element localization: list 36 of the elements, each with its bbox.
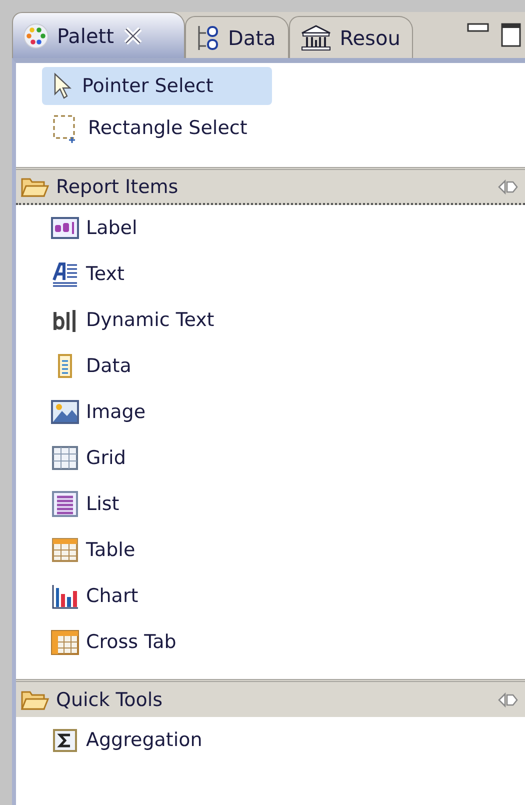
tree-icon: [196, 24, 220, 52]
palette-item[interactable]: List: [16, 481, 525, 527]
drawer-header[interactable]: Report Items: [16, 167, 525, 205]
text-icon: [51, 260, 79, 288]
palette-item[interactable]: Aggregation: [16, 717, 525, 763]
bar-chart-icon: [51, 582, 79, 610]
view-tab[interactable]: Data: [184, 16, 289, 58]
view-tab[interactable]: Palett: [12, 12, 185, 58]
palette-item[interactable]: Text: [16, 251, 525, 297]
palette-item[interactable]: Label: [16, 205, 525, 251]
palette-item[interactable]: Table: [16, 527, 525, 573]
palette-item[interactable]: Dynamic Text: [16, 297, 525, 343]
palette-item[interactable]: Chart: [16, 573, 525, 619]
crosstab-icon: [51, 628, 79, 656]
palette-tool[interactable]: Pointer Select: [42, 67, 272, 105]
drawer-header[interactable]: Quick Tools: [16, 679, 525, 717]
drawer-title: Quick Tools: [56, 688, 164, 710]
maximize-icon[interactable]: [501, 23, 521, 47]
pointer-icon: [52, 72, 74, 100]
palette-item[interactable]: Grid: [16, 435, 525, 481]
close-icon[interactable]: [122, 24, 144, 46]
palette-item[interactable]: Cross Tab: [16, 619, 525, 665]
image-icon: [51, 398, 79, 426]
palette-tool[interactable]: Rectangle Select: [42, 109, 272, 147]
view-tab[interactable]: Resou: [288, 16, 414, 58]
sigma-icon: [51, 726, 79, 754]
library-icon: [300, 24, 332, 52]
grid-icon: [51, 444, 79, 472]
drawer-title: Report Items: [56, 176, 180, 198]
list-icon: [51, 490, 79, 518]
palette-item[interactable]: Data: [16, 343, 525, 389]
minimize-icon[interactable]: [467, 23, 489, 33]
palette-icon: [23, 22, 49, 48]
table-icon: [51, 536, 79, 564]
label-icon: [51, 214, 79, 242]
palette-item[interactable]: Image: [16, 389, 525, 435]
